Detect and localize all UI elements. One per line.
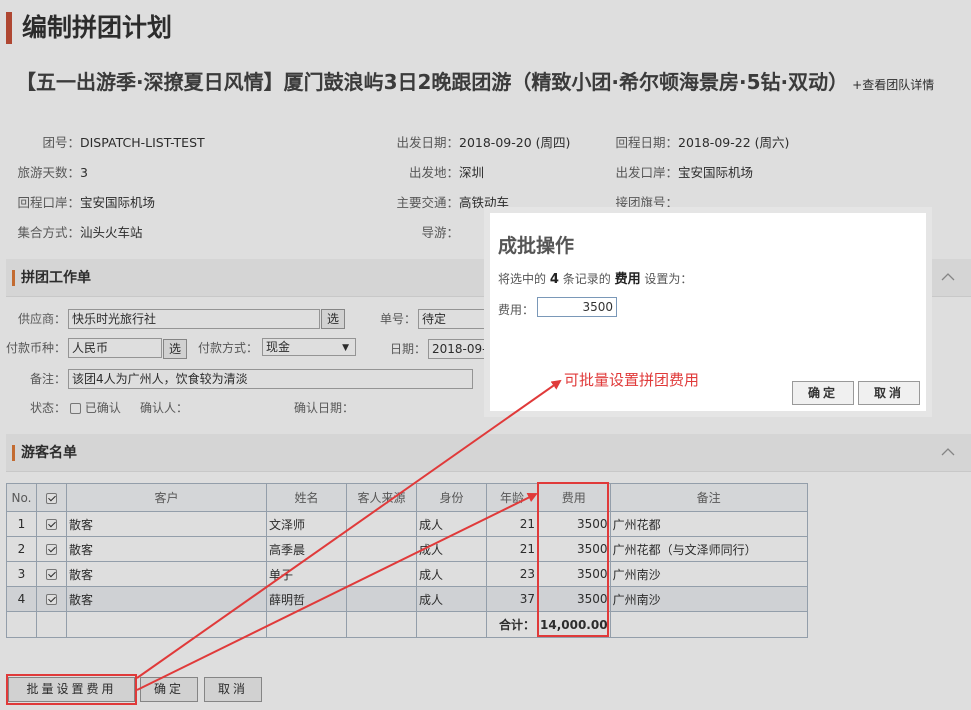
dialog-fee-input[interactable]: 3500: [537, 297, 617, 317]
dialog-confirm-button[interactable]: 确定: [792, 381, 854, 405]
msg-field: 费用: [614, 272, 641, 287]
msg-suffix: 设置为：: [644, 272, 693, 286]
dialog-fee-label: 费用：: [498, 303, 535, 317]
dialog-title: 成批操作: [498, 235, 575, 257]
msg-prefix: 将选中的: [498, 272, 547, 286]
annotation-text: 可批量设置拼团费用: [564, 371, 700, 389]
msg-count: 4: [549, 272, 559, 287]
dialog-message: 将选中的 4 条记录的 费用 设置为：: [498, 268, 692, 287]
msg-mid: 条记录的: [562, 272, 611, 286]
batch-dialog: 成批操作 将选中的 4 条记录的 费用 设置为： 费用： 3500 确定 取消: [490, 213, 926, 411]
batch-dialog-frame: 成批操作 将选中的 4 条记录的 费用 设置为： 费用： 3500 确定 取消: [484, 207, 932, 417]
dialog-cancel-button[interactable]: 取消: [858, 381, 920, 405]
